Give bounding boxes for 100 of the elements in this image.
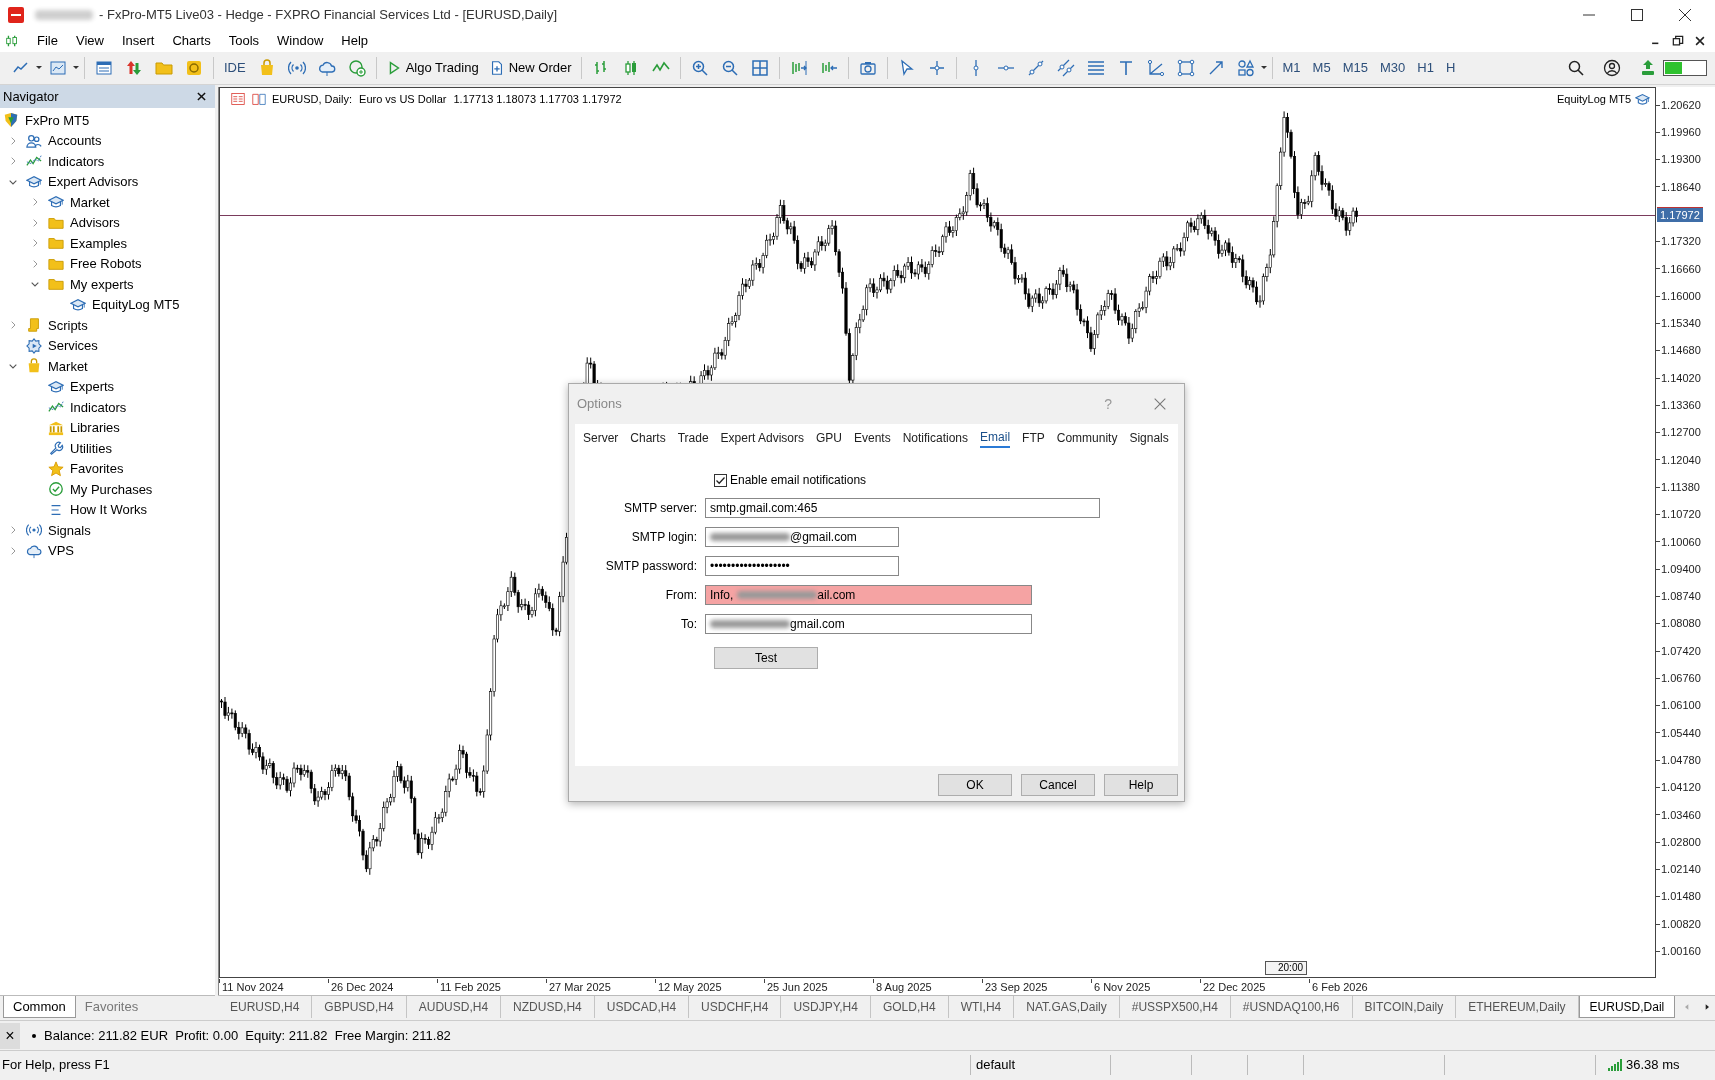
- navigator-item[interactable]: Services: [48, 336, 98, 356]
- dialog-tab[interactable]: Email: [980, 427, 1011, 448]
- rectangle-icon[interactable]: [1176, 59, 1195, 77]
- dialog-button[interactable]: Help: [1104, 774, 1178, 796]
- chart-tab[interactable]: AUDUSD,H4: [406, 996, 502, 1018]
- dialog-tab[interactable]: Expert Advisors: [720, 427, 804, 448]
- camera-icon[interactable]: [858, 59, 877, 77]
- chart-shift-icon[interactable]: [789, 59, 808, 77]
- channel-icon[interactable]: [1056, 59, 1075, 77]
- timeframe-button[interactable]: M1: [1276, 55, 1307, 81]
- menu-item[interactable]: Window: [268, 31, 333, 51]
- dialog-tab[interactable]: Trade: [677, 427, 709, 448]
- timeframe-button[interactable]: M15: [1336, 55, 1374, 81]
- menu-item[interactable]: Insert: [112, 31, 164, 51]
- signal-icon[interactable]: [287, 59, 306, 77]
- toolbar-button[interactable]: Algo Trading: [380, 55, 484, 81]
- shapes-icon[interactable]: [1236, 59, 1255, 77]
- panel-tab[interactable]: Favorites: [75, 996, 148, 1018]
- navigator-item[interactable]: Advisors: [70, 213, 120, 233]
- zoom-out-icon[interactable]: [720, 59, 739, 77]
- navigator-item[interactable]: FxPro MT5: [25, 110, 90, 130]
- dialog-tab[interactable]: Events: [854, 427, 891, 448]
- menu-item[interactable]: Help: [332, 31, 378, 51]
- dialog-tab[interactable]: GPU: [815, 427, 842, 448]
- list-window-icon[interactable]: [95, 59, 113, 77]
- navigator-item[interactable]: Signals: [48, 520, 91, 540]
- chart-tab[interactable]: NAT.GAS,Daily: [1014, 996, 1120, 1018]
- checkbox-label[interactable]: Enable email notifications: [730, 471, 867, 489]
- coin-icon[interactable]: [185, 59, 203, 77]
- level-up-icon[interactable]: [1639, 59, 1657, 77]
- chart-tab[interactable]: WTI,H4: [948, 996, 1015, 1018]
- chart-tab[interactable]: USDCHF,H4: [689, 996, 782, 1018]
- chart-tab[interactable]: #USNDAQ100,H6: [1230, 996, 1353, 1018]
- globe-icon[interactable]: [347, 59, 366, 77]
- chart-window-icon[interactable]: [49, 59, 67, 77]
- up-down-arrows-icon[interactable]: [125, 59, 143, 77]
- scroll-marker[interactable]: 20:00: [1265, 961, 1308, 975]
- ide-button[interactable]: IDE: [218, 55, 252, 81]
- chart-tab[interactable]: EURUSD,Dail: [1578, 996, 1676, 1018]
- navigator-item[interactable]: Scripts: [48, 315, 88, 335]
- navigator-item[interactable]: Indicators: [48, 151, 105, 171]
- close-chart-icon[interactable]: [1693, 34, 1707, 48]
- test-button[interactable]: Test: [714, 647, 818, 669]
- dialog-tab[interactable]: Notifications: [902, 427, 969, 448]
- search-icon[interactable]: [1567, 59, 1585, 77]
- navigator-item[interactable]: Free Robots: [70, 254, 142, 274]
- close-icon[interactable]: [1676, 6, 1694, 24]
- timeframe-button[interactable]: M5: [1306, 55, 1337, 81]
- grid-icon[interactable]: [750, 59, 769, 77]
- panel-tab[interactable]: Common: [3, 996, 76, 1018]
- navigator-item[interactable]: Libraries: [70, 418, 120, 438]
- trend-line-icon[interactable]: [1026, 59, 1045, 77]
- timeframe-button[interactable]: H1: [1411, 55, 1440, 81]
- navigator-item[interactable]: My Purchases: [70, 479, 153, 499]
- angle-lines-icon[interactable]: [1146, 59, 1165, 77]
- crosshair-icon[interactable]: [927, 59, 946, 77]
- chart-tab[interactable]: GBPUSD,H4: [312, 996, 407, 1018]
- depth-icon[interactable]: [251, 92, 267, 107]
- checkbox[interactable]: [714, 473, 727, 487]
- navigator-item[interactable]: Market: [70, 192, 110, 212]
- dialog-button[interactable]: OK: [938, 774, 1012, 796]
- navigator-item[interactable]: Experts: [70, 377, 115, 397]
- input-field[interactable]: gmail.com: [705, 614, 1032, 634]
- navigator-item[interactable]: Utilities: [70, 438, 112, 458]
- menu-item[interactable]: Tools: [219, 31, 269, 51]
- navigator-item[interactable]: Indicators: [70, 397, 127, 417]
- navigator-item[interactable]: Accounts: [48, 131, 102, 151]
- cloud-icon[interactable]: [317, 59, 336, 77]
- menu-item[interactable]: View: [66, 31, 113, 51]
- trade-panel-icon[interactable]: [230, 92, 246, 107]
- navigator-item[interactable]: Market: [48, 356, 88, 376]
- input-field[interactable]: smtp.gmail.com:465: [705, 498, 1100, 518]
- zoom-in-icon[interactable]: [690, 59, 709, 77]
- navigator-item[interactable]: How It Works: [70, 500, 148, 520]
- chart-tab[interactable]: NZDUSD,H4: [501, 996, 595, 1018]
- levels-icon[interactable]: [1086, 59, 1105, 77]
- input-field[interactable]: Info, ail.com: [705, 585, 1032, 605]
- navigator-item[interactable]: Examples: [70, 233, 128, 253]
- chart-tab[interactable]: EURUSD,H4: [218, 996, 313, 1018]
- timeframe-button[interactable]: H: [1439, 55, 1462, 81]
- close-panel-button[interactable]: ×: [0, 1022, 20, 1049]
- chart-tab[interactable]: USDJPY,H4: [781, 996, 871, 1018]
- dialog-button[interactable]: Cancel: [1021, 774, 1095, 796]
- dialog-tab[interactable]: Server: [583, 427, 619, 448]
- menu-item[interactable]: File: [28, 31, 67, 51]
- navigator-item[interactable]: EquityLog MT5: [92, 295, 180, 315]
- dialog-tab[interactable]: Signals: [1129, 427, 1169, 448]
- chart-tab[interactable]: BITCOIN,Daily: [1352, 996, 1457, 1018]
- chart-tab[interactable]: USDCAD,H4: [594, 996, 690, 1018]
- chart-tab[interactable]: GOLD,H4: [870, 996, 949, 1018]
- navigator-item[interactable]: VPS: [48, 541, 74, 561]
- chart-tab[interactable]: ETHEREUM,Daily: [1456, 996, 1579, 1018]
- navigator-item[interactable]: My experts: [70, 274, 134, 294]
- input-field[interactable]: @gmail.com: [705, 527, 899, 547]
- close-icon[interactable]: [195, 90, 208, 103]
- toolbar-button[interactable]: New Order: [483, 55, 577, 81]
- navigator-item[interactable]: Expert Advisors: [48, 172, 139, 192]
- account-icon[interactable]: [1603, 59, 1621, 77]
- maximize-icon[interactable]: [1628, 6, 1646, 24]
- timeframe-button[interactable]: M30: [1373, 55, 1412, 81]
